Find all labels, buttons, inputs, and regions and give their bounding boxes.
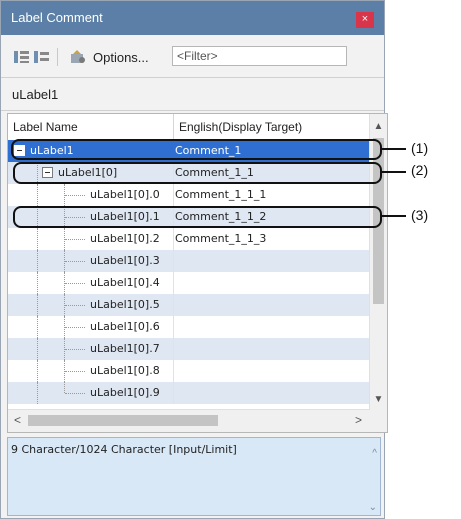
label-name-cell: uLabel1[0].4 bbox=[90, 276, 160, 289]
character-count-status: 9 Character/1024 Character [Input/Limit] bbox=[11, 443, 237, 456]
callout-1-label: (1) bbox=[411, 140, 429, 156]
horizontal-scroll-thumb[interactable] bbox=[28, 415, 218, 426]
table-row[interactable]: uLabel1[0].5 bbox=[8, 294, 370, 316]
tree-connector bbox=[65, 349, 85, 351]
comment-scroll-up-icon[interactable]: ^ bbox=[372, 448, 377, 459]
tree-connector bbox=[64, 382, 65, 393]
tree-connector bbox=[65, 371, 85, 373]
label-name-cell: uLabel1[0].8 bbox=[90, 364, 160, 377]
table-row[interactable]: uLabel1[0].6 bbox=[8, 316, 370, 338]
callout-2-label: (2) bbox=[411, 162, 429, 178]
tree-connector bbox=[65, 327, 85, 329]
current-label-bar: uLabel1 bbox=[1, 77, 384, 111]
close-button[interactable]: × bbox=[356, 12, 374, 28]
tree-connector bbox=[65, 261, 85, 263]
tree-connector bbox=[37, 316, 38, 338]
collapse-all-icon[interactable] bbox=[33, 49, 51, 65]
callout-3-leader bbox=[382, 215, 406, 217]
tree-connector bbox=[65, 239, 85, 241]
column-header-english[interactable]: English(Display Target) bbox=[179, 120, 302, 134]
label-name-cell: uLabel1[0].0 bbox=[90, 188, 160, 201]
table-row[interactable]: uLabel1[0].3 bbox=[8, 250, 370, 272]
table-row[interactable]: uLabel1[0].8 bbox=[8, 360, 370, 382]
label-name-cell: uLabel1[0].6 bbox=[90, 320, 160, 333]
options-label: Options... bbox=[93, 50, 149, 65]
column-divider bbox=[173, 360, 174, 382]
grid-header: Label Name English(Display Target) bbox=[8, 114, 370, 141]
table-row[interactable]: uLabel1[0].0 Comment_1_1_1 bbox=[8, 184, 370, 206]
label-comment-panel: Label Comment × Options... uLabel1 Label… bbox=[0, 0, 388, 519]
tree-connector bbox=[37, 294, 38, 316]
callout-1-frame bbox=[11, 139, 382, 160]
comment-input-area[interactable]: 9 Character/1024 Character [Input/Limit]… bbox=[7, 437, 381, 516]
tree-connector bbox=[37, 272, 38, 294]
toolbar: Options... bbox=[1, 35, 384, 77]
current-label: uLabel1 bbox=[12, 87, 59, 102]
column-divider bbox=[173, 184, 174, 206]
tree-connector bbox=[37, 250, 38, 272]
column-header-label-name[interactable]: Label Name bbox=[13, 120, 78, 134]
comment-scroll-down-icon[interactable]: ⌄ bbox=[369, 502, 377, 513]
label-name-cell: uLabel1[0].3 bbox=[90, 254, 160, 267]
label-name-cell: uLabel1[0].7 bbox=[90, 342, 160, 355]
table-row[interactable]: uLabel1[0].2 Comment_1_1_3 bbox=[8, 228, 370, 250]
column-divider bbox=[173, 382, 174, 404]
label-name-cell: uLabel1[0].2 bbox=[90, 232, 160, 245]
column-divider bbox=[173, 316, 174, 338]
column-divider bbox=[173, 228, 174, 250]
toolbar-separator bbox=[57, 48, 58, 66]
tree-connector bbox=[65, 305, 85, 307]
column-divider bbox=[173, 272, 174, 294]
comment-cell[interactable]: Comment_1_1_3 bbox=[175, 232, 266, 245]
options-icon bbox=[69, 49, 87, 65]
tree-connector bbox=[37, 338, 38, 360]
horizontal-scrollbar[interactable]: < > bbox=[8, 409, 370, 432]
filter-input[interactable] bbox=[172, 46, 347, 66]
scroll-up-icon[interactable]: ▲ bbox=[370, 118, 387, 135]
callout-2-frame bbox=[13, 162, 382, 184]
scroll-down-icon[interactable]: ▼ bbox=[370, 391, 387, 408]
callout-1-leader bbox=[382, 148, 406, 150]
label-name-cell: uLabel1[0].5 bbox=[90, 298, 160, 311]
comment-cell[interactable]: Comment_1_1_1 bbox=[175, 188, 266, 201]
scroll-right-icon[interactable]: > bbox=[355, 413, 362, 427]
tree-connector bbox=[65, 283, 85, 285]
window-title: Label Comment bbox=[11, 10, 103, 25]
column-divider[interactable] bbox=[173, 114, 174, 140]
column-divider bbox=[173, 250, 174, 272]
table-row[interactable]: uLabel1[0].7 bbox=[8, 338, 370, 360]
label-name-cell: uLabel1[0].9 bbox=[90, 386, 160, 399]
callout-3-label: (3) bbox=[411, 207, 429, 223]
table-row[interactable]: uLabel1[0].9 bbox=[8, 382, 370, 404]
tree-connector bbox=[37, 228, 38, 250]
tree-connector bbox=[37, 382, 38, 404]
callout-3-frame bbox=[13, 206, 382, 228]
column-divider bbox=[173, 294, 174, 316]
table-row[interactable]: uLabel1[0].4 bbox=[8, 272, 370, 294]
tree-connector bbox=[65, 195, 85, 197]
expand-all-icon[interactable] bbox=[13, 49, 31, 65]
tree-connector bbox=[37, 360, 38, 382]
column-divider bbox=[173, 338, 174, 360]
callout-2-leader bbox=[382, 171, 406, 173]
close-icon: × bbox=[361, 13, 369, 25]
tree-connector bbox=[65, 393, 85, 395]
label-comment-grid: Label Name English(Display Target) uLabe… bbox=[7, 113, 388, 433]
tree-connector bbox=[37, 184, 38, 206]
scrollbar-corner bbox=[370, 410, 387, 432]
scroll-left-icon[interactable]: < bbox=[14, 413, 21, 427]
title-bar: Label Comment × bbox=[1, 1, 384, 35]
